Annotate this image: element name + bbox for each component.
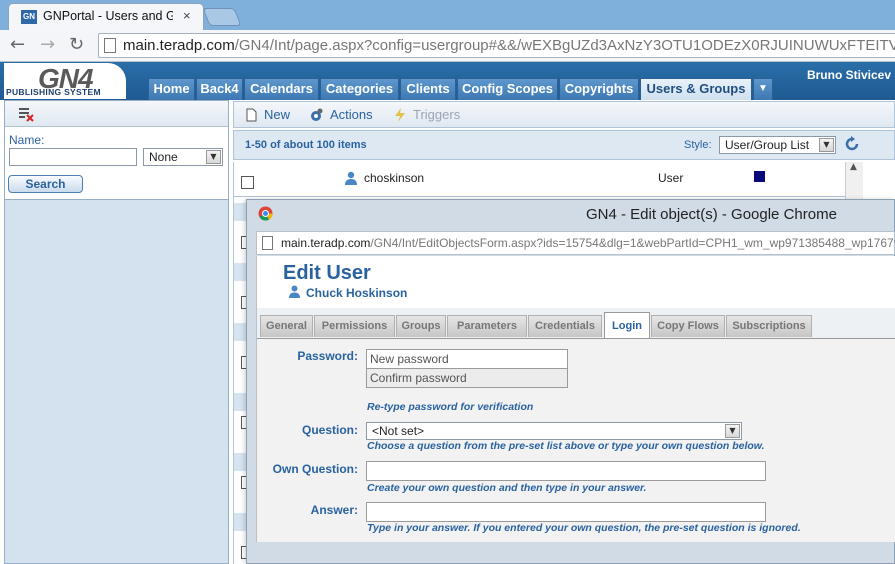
question-hint: Choose a question from the pre-set list … <box>367 440 765 452</box>
tab-groups[interactable]: Groups <box>396 315 446 337</box>
chrome-logo-icon <box>258 206 273 221</box>
nav-tab-home[interactable]: Home <box>148 78 195 100</box>
answer-label: Answer: <box>310 503 358 517</box>
nav-tab-clients[interactable]: Clients <box>400 78 456 100</box>
forward-arrow-icon[interactable]: → <box>40 34 55 55</box>
password-label: Password: <box>297 349 358 363</box>
row-name[interactable]: choskinson <box>364 171 424 185</box>
tab-general[interactable]: General <box>260 315 313 337</box>
triggers-button[interactable]: Triggers <box>413 107 460 122</box>
question-label: Question: <box>302 423 358 437</box>
list-scrollbar[interactable]: ▲ <box>845 162 863 202</box>
page-title: Edit User <box>283 262 371 284</box>
own-question-hint: Create your own question and then type i… <box>367 482 647 494</box>
own-question-label: Own Question: <box>272 462 358 476</box>
chevron-down-icon: ▼ <box>725 424 740 438</box>
gn4-logo: GN4 PUBLISHING SYSTEM <box>4 63 126 99</box>
refresh-icon[interactable] <box>843 135 861 153</box>
triggers-icon[interactable] <box>392 107 408 123</box>
confirm-password-field[interactable]: Confirm password <box>366 368 568 388</box>
new-button[interactable]: New <box>264 107 290 122</box>
user-icon <box>289 285 300 298</box>
question-select-value: <Not set> <box>372 424 425 438</box>
popup-title: GN4 - Edit object(s) - Google Chrome <box>586 206 837 223</box>
answer-hint: Type in your answer. If you entered your… <box>367 522 801 534</box>
own-question-field[interactable] <box>366 461 766 481</box>
logo-subtitle: PUBLISHING SYSTEM <box>6 87 101 97</box>
scroll-up-icon[interactable]: ▲ <box>850 162 857 172</box>
search-panel-toolbar <box>5 101 228 127</box>
popup-address-bar[interactable]: main.teradp.com/GN4/Int/EditObjectsForm.… <box>256 231 895 255</box>
nav-tab-users-groups[interactable]: Users & Groups <box>640 78 752 100</box>
style-label: Style: <box>684 139 712 151</box>
new-password-field[interactable]: New password <box>366 349 568 369</box>
tab-permissions[interactable]: Permissions <box>314 315 395 337</box>
row-divider <box>233 196 845 197</box>
reload-icon[interactable]: ↻ <box>69 34 84 55</box>
chevron-down-icon: ▼ <box>206 150 221 164</box>
row-checkbox[interactable] <box>241 176 254 189</box>
page-icon <box>262 236 273 250</box>
question-select[interactable]: <Not set> ▼ <box>366 422 742 440</box>
new-tab-button[interactable] <box>202 8 242 26</box>
nav-tab-categories[interactable]: Categories <box>320 78 399 100</box>
answer-field[interactable] <box>366 502 766 522</box>
page-icon <box>104 38 116 53</box>
user-icon <box>345 171 357 185</box>
actions-gear-icon[interactable] <box>308 107 324 123</box>
address-bar[interactable]: main.teradp.com/GN4/Int/page.aspx?config… <box>98 33 895 58</box>
item-count: 1-50 of about 100 items <box>245 139 367 151</box>
name-input[interactable] <box>9 148 137 166</box>
address-url: main.teradp.com/GN4/Int/page.aspx?config… <box>123 37 895 54</box>
tab-copy-flows[interactable]: Copy Flows <box>651 315 725 337</box>
nav-tab-back4[interactable]: Back4 <box>196 78 243 100</box>
actions-button[interactable]: Actions <box>330 107 373 122</box>
tab-credentials[interactable]: Credentials <box>528 315 602 337</box>
style-select-value: User/Group List <box>725 138 810 152</box>
close-tab-icon[interactable]: × <box>183 8 191 23</box>
favicon-icon: GN <box>21 10 37 24</box>
row-color-swatch <box>754 171 765 182</box>
tab-title: GNPortal - Users and Grou <box>43 9 173 23</box>
popup-url: main.teradp.com/GN4/Int/EditObjectsForm.… <box>281 236 895 250</box>
edited-user-name: Chuck Hoskinson <box>306 286 408 300</box>
browser-tab[interactable]: GN GNPortal - Users and Grou × <box>8 3 204 30</box>
retype-hint: Re-type password for verification <box>367 401 534 413</box>
tab-parameters[interactable]: Parameters <box>447 315 527 337</box>
nav-tab-copyrights[interactable]: Copyrights <box>559 78 639 100</box>
nav-more-icon[interactable]: ▼ <box>753 78 773 100</box>
nav-tab-config-scopes[interactable]: Config Scopes <box>457 78 558 100</box>
chevron-down-icon: ▼ <box>819 138 834 152</box>
tab-login[interactable]: Login <box>604 312 650 338</box>
type-select[interactable]: None ▼ <box>143 148 223 166</box>
row-type: User <box>658 171 684 185</box>
new-icon[interactable] <box>244 108 258 122</box>
clear-filter-icon[interactable] <box>17 106 35 122</box>
name-label: Name: <box>9 133 45 147</box>
tab-subscriptions[interactable]: Subscriptions <box>726 315 812 337</box>
back-arrow-icon[interactable]: ← <box>10 34 25 55</box>
style-select[interactable]: User/Group List ▼ <box>719 136 836 154</box>
type-select-value: None <box>149 150 178 164</box>
nav-tab-calendars[interactable]: Calendars <box>244 78 319 100</box>
search-button[interactable]: Search <box>8 175 83 193</box>
current-user[interactable]: Bruno Stivicev <box>807 68 891 82</box>
